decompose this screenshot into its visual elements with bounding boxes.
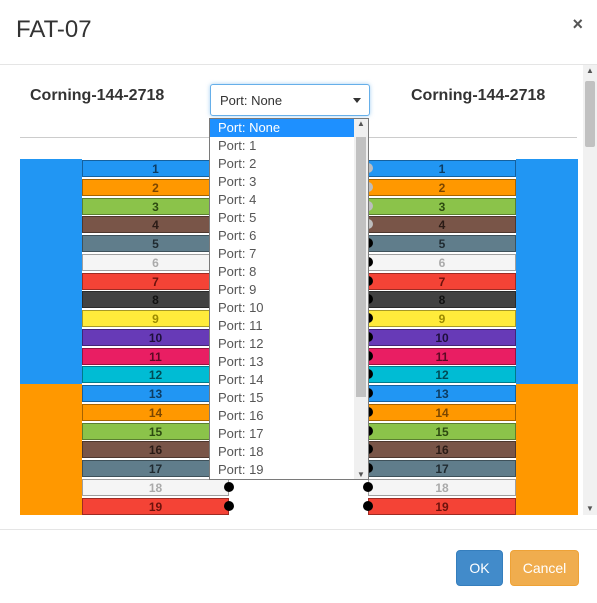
- port-option[interactable]: Port: 15: [210, 389, 368, 407]
- right-fiber[interactable]: 3: [368, 197, 516, 215]
- modal-footer: OK Cancel: [0, 529, 597, 603]
- left-fiber[interactable]: 1: [82, 160, 229, 177]
- right-fiber[interactable]: 9: [368, 310, 516, 327]
- left-fiber[interactable]: 11: [82, 347, 229, 365]
- right-connector-dot[interactable]: [363, 481, 373, 492]
- scroll-up-icon[interactable]: ▲: [583, 65, 597, 77]
- left-fiber[interactable]: 9: [82, 310, 229, 327]
- left-fiber[interactable]: 3: [82, 197, 229, 215]
- port-dropdown[interactable]: Port: None Port: 1 Port: 2 Port: 3 Port: 4 Po…: [209, 118, 369, 480]
- left-fiber[interactable]: 8: [82, 291, 229, 309]
- left-fiber[interactable]: 4: [82, 216, 229, 234]
- port-option[interactable]: Port: 12: [210, 335, 368, 353]
- port-option[interactable]: Port: 13: [210, 353, 368, 371]
- port-option[interactable]: Port: 14: [210, 371, 368, 389]
- right-cable-name: Corning-144-2718: [411, 87, 546, 104]
- ok-button[interactable]: OK: [456, 550, 503, 586]
- left-fiber[interactable]: 10: [82, 328, 229, 346]
- left-fiber[interactable]: 6: [82, 253, 229, 271]
- left-fiber[interactable]: 14: [82, 403, 229, 421]
- right-fiber[interactable]: 4: [368, 216, 516, 234]
- scrollbar-thumb[interactable]: [356, 137, 366, 397]
- modal-header: FAT-07 ×: [0, 0, 597, 65]
- left-tube: [20, 159, 82, 384]
- port-option[interactable]: Port: 10: [210, 299, 368, 317]
- right-fiber[interactable]: 6: [368, 253, 516, 271]
- right-fiber[interactable]: 16: [368, 441, 516, 459]
- right-fiber[interactable]: 14: [368, 403, 516, 421]
- port-option[interactable]: Port: 17: [210, 425, 368, 443]
- right-fiber[interactable]: 13: [368, 385, 516, 402]
- port-option[interactable]: Port: 8: [210, 263, 368, 281]
- port-option[interactable]: Port: None: [210, 119, 368, 137]
- port-option[interactable]: Port: 19: [210, 461, 368, 479]
- content-scrollbar[interactable]: ▲ ▼: [583, 65, 597, 515]
- left-connector-dot[interactable]: [224, 481, 234, 492]
- right-fiber[interactable]: 17: [368, 460, 516, 477]
- scroll-down-icon[interactable]: ▼: [354, 470, 368, 479]
- right-fiber[interactable]: 11: [368, 347, 516, 365]
- right-fiber[interactable]: 15: [368, 422, 516, 440]
- modal-title: FAT-07: [16, 16, 92, 43]
- left-tube: [20, 384, 82, 515]
- scrollbar-thumb[interactable]: [585, 81, 595, 147]
- port-option[interactable]: Port: 11: [210, 317, 368, 335]
- left-fiber[interactable]: 2: [82, 178, 229, 196]
- left-connector-dot[interactable]: [224, 500, 234, 511]
- right-fiber[interactable]: 5: [368, 235, 516, 252]
- right-fiber[interactable]: 7: [368, 272, 516, 290]
- left-fiber[interactable]: 16: [82, 441, 229, 459]
- right-fiber[interactable]: 1: [368, 160, 516, 177]
- right-fiber[interactable]: 2: [368, 178, 516, 196]
- port-option-list: Port: None Port: 1 Port: 2 Port: 3 Port: 4 Po…: [210, 119, 368, 479]
- left-fiber[interactable]: 5: [82, 235, 229, 252]
- chevron-down-icon: [353, 98, 361, 103]
- right-fiber[interactable]: 19: [368, 497, 516, 515]
- scroll-up-icon[interactable]: ▲: [354, 119, 368, 128]
- dropdown-scrollbar[interactable]: ▲ ▼: [354, 119, 368, 479]
- port-option[interactable]: Port: 7: [210, 245, 368, 263]
- right-fiber[interactable]: 10: [368, 328, 516, 346]
- port-option[interactable]: Port: 16: [210, 407, 368, 425]
- port-option[interactable]: Port: 6: [210, 227, 368, 245]
- right-fiber[interactable]: 8: [368, 291, 516, 309]
- left-fiber[interactable]: 12: [82, 366, 229, 384]
- port-option[interactable]: Port: 5: [210, 209, 368, 227]
- left-fiber[interactable]: 19: [82, 497, 229, 515]
- port-option[interactable]: Port: 4: [210, 191, 368, 209]
- port-option[interactable]: Port: 2: [210, 155, 368, 173]
- left-fiber[interactable]: 13: [82, 385, 229, 402]
- port-select[interactable]: Port: None: [210, 84, 370, 116]
- port-option[interactable]: Port: 3: [210, 173, 368, 191]
- scroll-down-icon[interactable]: ▼: [583, 503, 597, 515]
- port-select-value: Port: None: [220, 93, 283, 108]
- cancel-button[interactable]: Cancel: [510, 550, 579, 586]
- port-option[interactable]: Port: 18: [210, 443, 368, 461]
- right-tube: [516, 159, 578, 384]
- port-option[interactable]: Port: 9: [210, 281, 368, 299]
- left-fiber[interactable]: 7: [82, 272, 229, 290]
- right-tube: [516, 384, 578, 515]
- port-option[interactable]: Port: 1: [210, 137, 368, 155]
- right-fiber[interactable]: 18: [368, 478, 516, 496]
- right-fiber[interactable]: 12: [368, 366, 516, 384]
- left-fiber[interactable]: 17: [82, 460, 229, 477]
- right-connector-dot[interactable]: [363, 500, 373, 511]
- left-fiber[interactable]: 15: [82, 422, 229, 440]
- close-icon[interactable]: ×: [572, 14, 583, 35]
- left-fiber[interactable]: 18: [82, 478, 229, 496]
- left-cable-name: Corning-144-2718: [30, 87, 165, 104]
